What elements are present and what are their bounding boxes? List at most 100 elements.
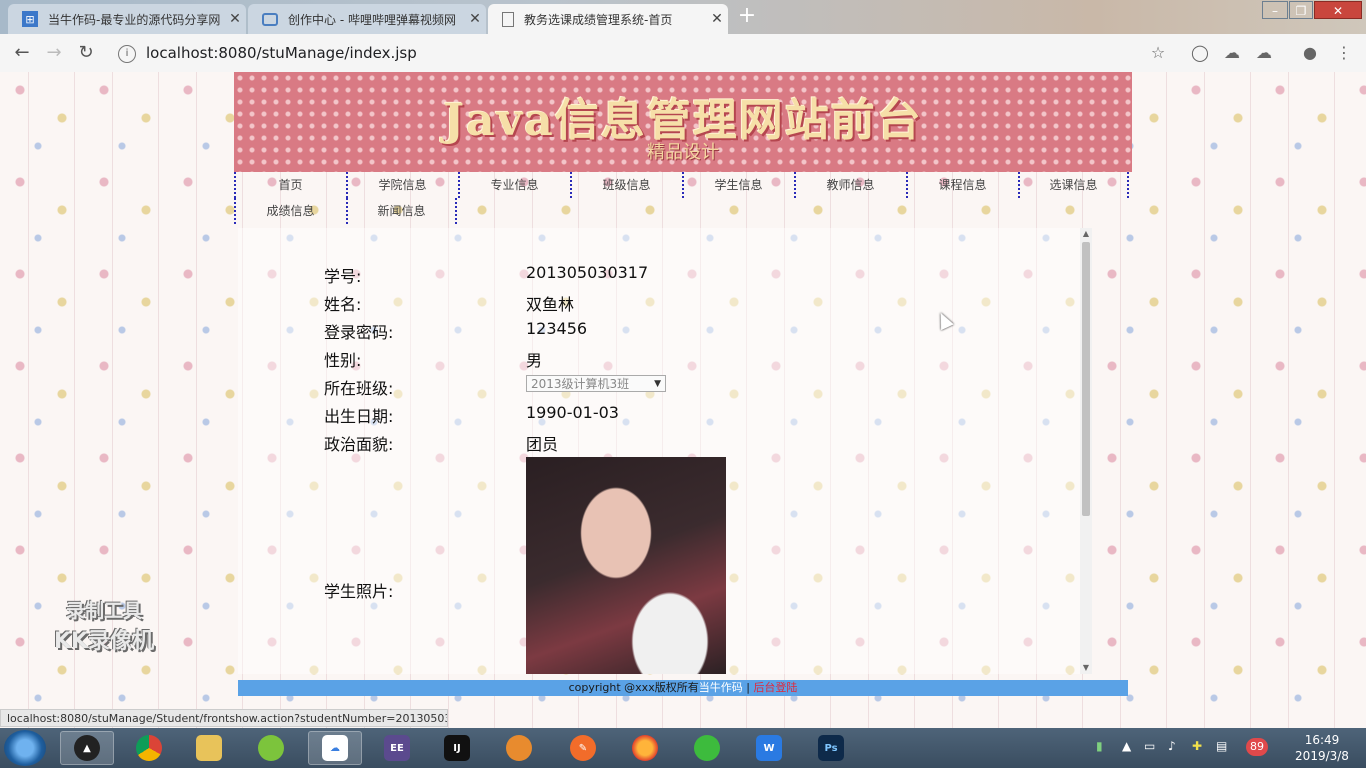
label-class: 所在班级: bbox=[324, 379, 394, 398]
nav-college[interactable]: 学院信息 bbox=[346, 172, 457, 198]
nav-class[interactable]: 班级信息 bbox=[570, 172, 681, 198]
menu-kebab-icon[interactable]: ⋮ bbox=[1334, 43, 1354, 63]
class-select-value: 2013级计算机3班 bbox=[531, 377, 630, 391]
taskbar-app-intellij[interactable]: IJ bbox=[430, 731, 484, 765]
pen-app-icon: ✎ bbox=[570, 735, 596, 761]
main-nav: 首页 学院信息 专业信息 班级信息 学生信息 教师信息 课程信息 选课信息 成绩… bbox=[234, 172, 1132, 224]
taskbar-app-wps[interactable]: W bbox=[742, 731, 796, 765]
class-select[interactable]: 2013级计算机3班 ▼ bbox=[526, 375, 666, 392]
banner-subtitle: 精品设计 bbox=[647, 142, 719, 163]
footer-link-home[interactable]: 当牛作码 bbox=[699, 681, 743, 694]
scroll-down-icon[interactable]: ▼ bbox=[1080, 662, 1092, 674]
reload-icon[interactable]: ↻ bbox=[74, 42, 98, 64]
taskbar-app-photoshop[interactable]: Ps bbox=[804, 731, 858, 765]
nav-major[interactable]: 专业信息 bbox=[458, 172, 569, 198]
battery-icon[interactable]: ▮ bbox=[1096, 739, 1103, 753]
url-field[interactable]: i localhost:8080/stuManage/index.jsp bbox=[110, 38, 1180, 68]
label-student-id: 学号: bbox=[324, 267, 362, 286]
content-scrollbar[interactable]: ▲ ▼ bbox=[1080, 228, 1092, 674]
nav-teacher[interactable]: 教师信息 bbox=[794, 172, 905, 198]
scroll-up-icon[interactable]: ▲ bbox=[1080, 228, 1092, 240]
start-button[interactable] bbox=[4, 730, 46, 766]
eclipse-ee-icon: EE bbox=[384, 735, 410, 761]
nav-news[interactable]: 新闻信息 bbox=[346, 198, 457, 224]
extension-circle-icon[interactable]: ◯ bbox=[1190, 43, 1210, 63]
taskbar-app-recorder[interactable]: ▲ bbox=[60, 731, 114, 765]
value-name: 双鱼林 bbox=[526, 295, 575, 314]
close-tab-icon[interactable]: ✕ bbox=[224, 11, 246, 27]
taskbar-app-eclipse[interactable]: EE bbox=[370, 731, 424, 765]
wps-icon: W bbox=[756, 735, 782, 761]
site-favicon-icon: ⊞ bbox=[22, 11, 38, 27]
chrome-icon bbox=[136, 735, 162, 761]
footer-copyright: copyright @xxx版权所有 bbox=[568, 681, 699, 694]
show-hidden-icons[interactable]: ▲ bbox=[1122, 739, 1131, 753]
label-name: 姓名: bbox=[324, 295, 362, 314]
new-tab-button[interactable]: + bbox=[734, 5, 760, 29]
folder-icon bbox=[196, 735, 222, 761]
status-url-bubble: localhost:8080/stuManage/Student/frontsh… bbox=[0, 709, 448, 727]
taskbar-app-editor[interactable]: ✎ bbox=[556, 731, 610, 765]
value-student-id: 201305030317 bbox=[526, 263, 649, 282]
label-gender: 性别: bbox=[324, 351, 362, 370]
footer-separator: | bbox=[746, 681, 750, 694]
browser-tab-bar: ⊞ 当牛作码-最专业的源代码分享网 ✕ 创作中心 - 哔哩哔哩弹幕视频网 ✕ 教… bbox=[0, 0, 1366, 34]
site-info-icon[interactable]: i bbox=[118, 44, 136, 63]
tab-title: 创作中心 - 哔哩哔哩弹幕视频网 bbox=[288, 12, 456, 27]
footer-link-admin-login[interactable]: 后台登陆 bbox=[753, 681, 797, 694]
tray-app-icon[interactable]: ✚ bbox=[1192, 739, 1202, 753]
clock-time: 16:49 bbox=[1304, 733, 1340, 747]
navicat-icon bbox=[506, 735, 532, 761]
bookmark-star-icon[interactable]: ☆ bbox=[1148, 43, 1168, 63]
close-tab-icon[interactable]: ✕ bbox=[464, 11, 486, 27]
scroll-thumb[interactable] bbox=[1082, 242, 1090, 516]
taskbar-app-green[interactable] bbox=[244, 731, 298, 765]
tab-title: 教务选课成绩管理系统-首页 bbox=[524, 12, 673, 27]
flag-icon[interactable]: ▤ bbox=[1216, 739, 1227, 753]
recorder-app-icon: ▲ bbox=[74, 735, 100, 761]
tab-bilibili[interactable]: 创作中心 - 哔哩哔哩弹幕视频网 ✕ bbox=[248, 4, 486, 34]
site-footer: copyright @xxx版权所有当牛作码 | 后台登陆 bbox=[238, 680, 1128, 696]
minimize-button[interactable]: – bbox=[1262, 1, 1288, 19]
volume-icon[interactable]: ♪ bbox=[1168, 739, 1176, 753]
taskbar-app-navicat[interactable] bbox=[492, 731, 546, 765]
value-politics: 团员 bbox=[526, 435, 559, 454]
taskbar-app-baidu[interactable]: ☁ bbox=[308, 731, 362, 765]
watermark-line2: KK录像机 bbox=[53, 629, 155, 654]
watermark-line1: 录制工具 bbox=[65, 600, 142, 622]
taskbar: ▲ ☁ EE IJ ✎ W Ps ▮ ▲ ▭ ♪ ✚ ▤ 89 16:49 20… bbox=[0, 728, 1366, 768]
student-photo bbox=[526, 457, 726, 674]
extension-drive-icon[interactable]: ☁ bbox=[1254, 43, 1274, 63]
back-icon[interactable]: ← bbox=[10, 42, 34, 64]
label-photo: 学生照片: bbox=[324, 582, 394, 601]
taskbar-app-explorer[interactable] bbox=[182, 731, 236, 765]
value-password: 123456 bbox=[526, 319, 588, 338]
label-password: 登录密码: bbox=[324, 323, 394, 342]
taskbar-app-wechat[interactable] bbox=[680, 731, 734, 765]
notification-badge[interactable]: 89 bbox=[1246, 738, 1268, 756]
maximize-button[interactable]: ❐ bbox=[1289, 1, 1313, 19]
nav-home[interactable]: 首页 bbox=[234, 172, 345, 198]
cloud-app-icon: ☁ bbox=[322, 735, 348, 761]
intellij-icon: IJ bbox=[444, 735, 470, 761]
nav-student[interactable]: 学生信息 bbox=[682, 172, 793, 198]
taskbar-app-firefox[interactable] bbox=[618, 731, 672, 765]
nav-course[interactable]: 课程信息 bbox=[906, 172, 1017, 198]
system-clock[interactable]: 16:49 2019/3/8 bbox=[1284, 732, 1360, 764]
extension-cloud-icon[interactable]: ☁ bbox=[1222, 43, 1242, 63]
tab-active[interactable]: 教务选课成绩管理系统-首页 ✕ bbox=[488, 4, 728, 34]
site-banner: Java信息管理网站前台 精品设计 bbox=[234, 72, 1132, 172]
profile-icon[interactable]: ● bbox=[1300, 43, 1320, 63]
nav-selection[interactable]: 选课信息 bbox=[1018, 172, 1129, 198]
value-gender: 男 bbox=[526, 351, 543, 370]
close-tab-icon[interactable]: ✕ bbox=[706, 11, 728, 27]
tab-site[interactable]: ⊞ 当牛作码-最专业的源代码分享网 ✕ bbox=[8, 4, 246, 34]
page-favicon-icon bbox=[502, 11, 514, 27]
nav-score[interactable]: 成绩信息 bbox=[234, 198, 345, 224]
network-icon[interactable]: ▭ bbox=[1144, 739, 1155, 753]
close-window-button[interactable]: ✕ bbox=[1314, 1, 1362, 19]
forward-icon[interactable]: → bbox=[42, 42, 66, 64]
green-app-icon bbox=[258, 735, 284, 761]
taskbar-app-chrome[interactable] bbox=[122, 731, 176, 765]
recorder-watermark: 录制工具 KK录像机 bbox=[34, 596, 174, 655]
